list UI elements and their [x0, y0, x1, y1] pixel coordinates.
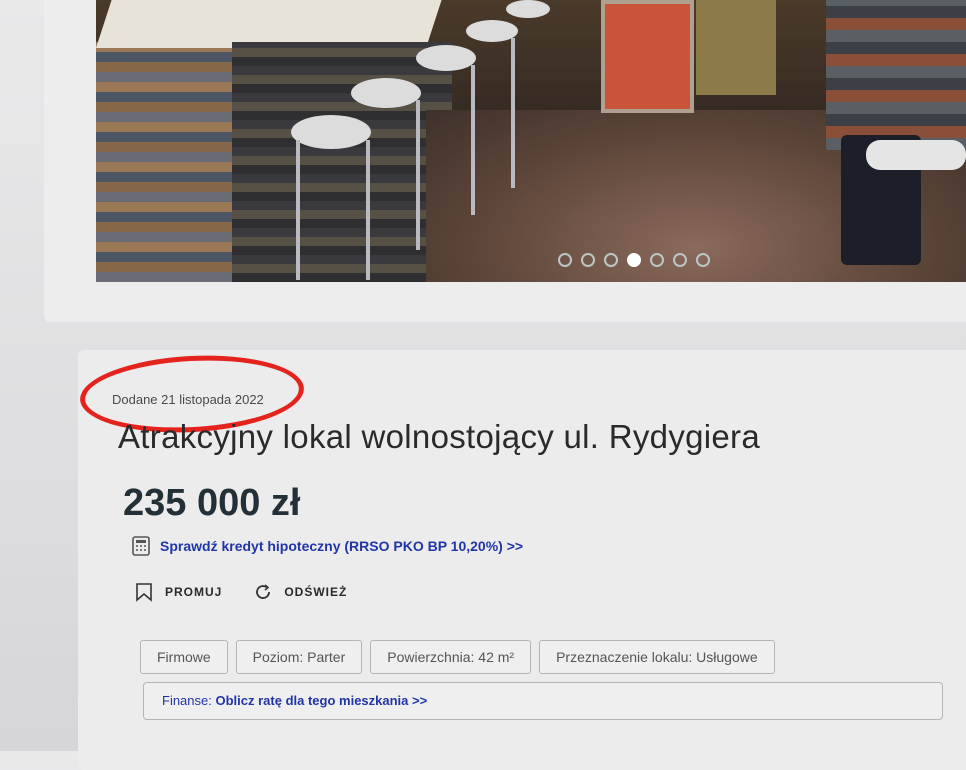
bar-stool — [416, 45, 476, 71]
stone-wall — [96, 42, 236, 282]
credit-link-label[interactable]: Sprawdź kredyt hipoteczny (RRSO PKO BP 1… — [160, 538, 523, 554]
hallway — [696, 0, 776, 95]
stool-leg — [366, 140, 370, 280]
listing-actions: PROMUJ ODŚWIEŻ — [135, 582, 347, 602]
red-door — [601, 0, 694, 113]
refresh-button[interactable]: ODŚWIEŻ — [254, 583, 347, 601]
gallery-dot[interactable] — [673, 253, 687, 267]
tag-floor[interactable]: Poziom: Parter — [235, 640, 363, 674]
stool-leg — [416, 100, 420, 250]
gallery-dots — [558, 253, 710, 267]
calculator-icon — [132, 536, 150, 556]
tag-company[interactable]: Firmowe — [140, 640, 228, 674]
stool-leg — [296, 140, 300, 280]
tag-area[interactable]: Powierzchnia: 42 m² — [370, 640, 532, 674]
bar-counter-top — [96, 0, 442, 48]
listing-price: 235 000 zł — [123, 482, 301, 524]
bar-stool — [351, 78, 421, 108]
finance-box: Finanse: Oblicz ratę dla tego mieszkania… — [143, 682, 943, 720]
finance-link[interactable]: Oblicz ratę dla tego mieszkania >> — [216, 693, 428, 708]
finance-label: Finanse: — [162, 693, 212, 708]
credit-link[interactable]: Sprawdź kredyt hipoteczny (RRSO PKO BP 1… — [132, 536, 523, 556]
promote-button[interactable]: PROMUJ — [135, 582, 222, 602]
refresh-label: ODŚWIEŻ — [284, 585, 348, 599]
stool-leg — [471, 65, 475, 215]
bookmark-icon — [136, 583, 152, 602]
listing-title: Atrakcyjny lokal wolnostojący ul. Rydygi… — [118, 418, 760, 455]
gallery-dot[interactable] — [604, 253, 618, 267]
listing-tags: Firmowe Poziom: Parter Powierzchnia: 42 … — [140, 640, 775, 674]
bar-stool — [291, 115, 371, 149]
listing-photo[interactable] — [96, 0, 966, 282]
promote-label: PROMUJ — [165, 585, 223, 599]
gallery-dot[interactable] — [696, 253, 710, 267]
stool-leg — [511, 38, 515, 188]
gallery-dot[interactable] — [581, 253, 595, 267]
gallery-dot[interactable] — [650, 253, 664, 267]
chair-seat — [866, 140, 966, 170]
gallery-dot[interactable] — [558, 253, 572, 267]
gallery-dot[interactable] — [627, 253, 641, 267]
bar-stool — [506, 0, 550, 18]
refresh-icon — [256, 584, 271, 599]
tag-purpose[interactable]: Przeznaczenie lokalu: Usługowe — [539, 640, 775, 674]
stone-wall-right — [826, 0, 966, 150]
